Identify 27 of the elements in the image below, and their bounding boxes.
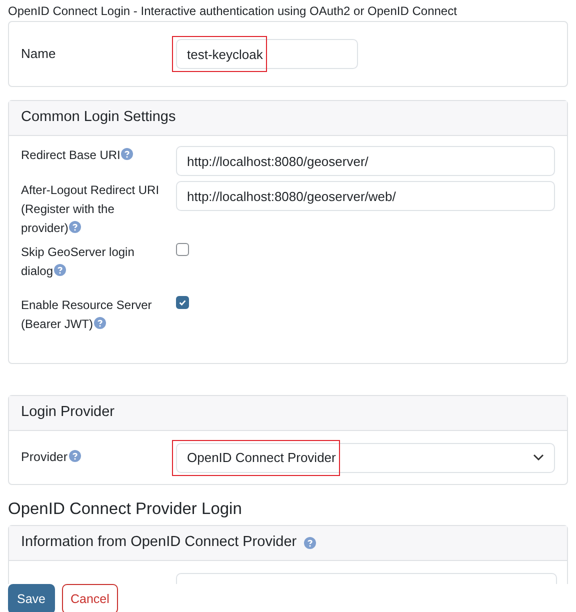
save-button[interactable]: Save (8, 584, 54, 612)
help-icon[interactable] (304, 537, 316, 549)
field-label: Name (21, 45, 57, 64)
field-label: After-Logout Redirect URI (Register with the provider) (21, 182, 160, 237)
section-heading: OpenID Connect Provider Login (8, 499, 243, 520)
checkbox[interactable] (176, 243, 189, 256)
help-icon[interactable] (69, 221, 82, 233)
panel-title: Information from OpenID Connect Provider (21, 533, 297, 552)
field-label: Redirect Base URI (21, 146, 176, 165)
text-input[interactable]: http://localhost:8080/geoserver/web/ (176, 181, 555, 211)
help-icon[interactable] (68, 450, 81, 462)
panel-header: Login Provider (9, 396, 567, 431)
cancel-button[interactable]: Cancel (62, 584, 118, 612)
help-icon[interactable] (121, 148, 134, 160)
field-label: Enable Resource Server (Bearer JWT) (21, 297, 153, 333)
panel-header: Common Login Settings (9, 101, 567, 136)
page-title: OpenID Connect Login - Interactive authentication using OAuth2 or OpenID Connect (8, 3, 458, 20)
help-icon[interactable] (54, 264, 66, 276)
field-label: Skip GeoServer login dialog (21, 244, 136, 280)
check-icon (178, 298, 187, 307)
chevron-down-icon (533, 454, 544, 461)
text-input[interactable]: http://localhost:8080/geoserver/ (176, 146, 555, 176)
field-label: Provider (21, 448, 176, 467)
help-icon[interactable] (94, 317, 106, 329)
name-input[interactable]: test-keycloak (176, 39, 358, 69)
provider-select[interactable]: OpenID Connect Provider (176, 442, 555, 472)
checkbox[interactable] (176, 296, 189, 309)
